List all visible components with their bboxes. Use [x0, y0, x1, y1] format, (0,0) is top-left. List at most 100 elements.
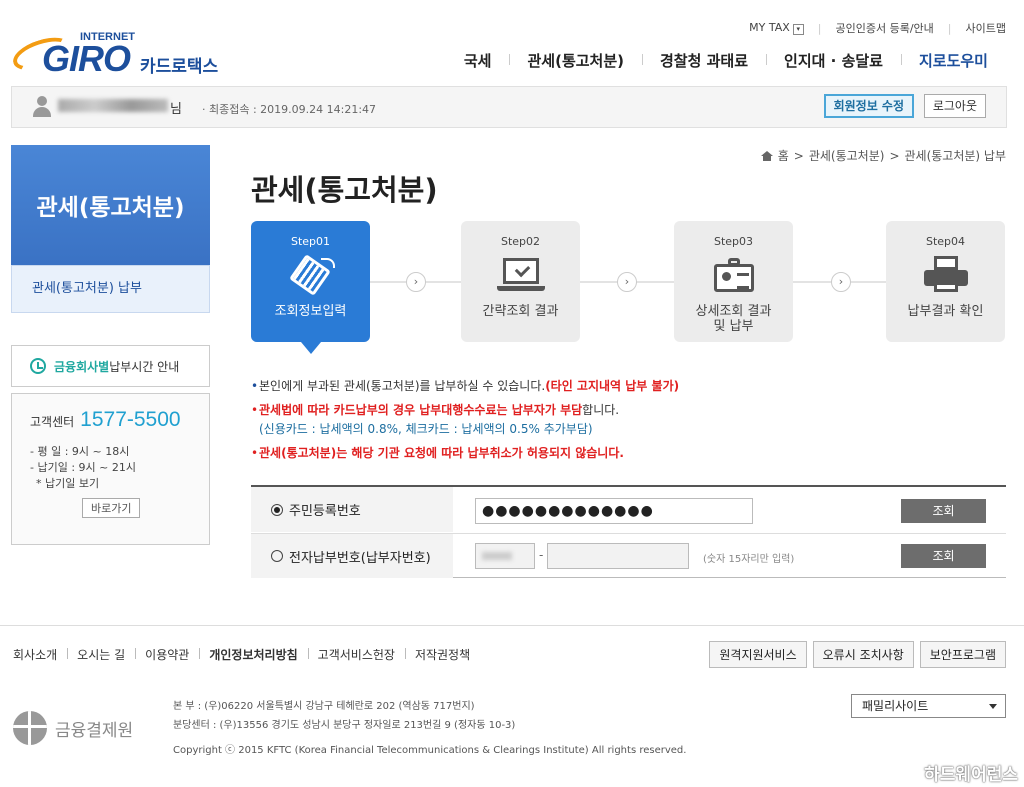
blurred-text: [482, 552, 512, 560]
step-label: 상세조회 결과 및 납부: [695, 304, 772, 334]
clock-icon: [30, 358, 46, 374]
chevron-down-icon[interactable]: ▾: [792, 24, 804, 35]
step-number: Step03: [713, 235, 754, 248]
step-02: Step02 간략조회 결과: [461, 221, 580, 342]
breadcrumb-sep: >: [889, 148, 900, 163]
notice-list: 본인에게 부과된 관세(통고처분)를 납부하실 수 있습니다.(타인 고지내역 …: [251, 378, 1011, 469]
family-site-label: 패밀리사이트: [862, 699, 929, 713]
keyboard-icon: [285, 254, 337, 296]
due-day-link[interactable]: * 납기일 보기: [30, 476, 191, 492]
footer-link-directions[interactable]: 오시는 길: [67, 646, 135, 663]
breadcrumb-customs[interactable]: 관세(통고처분): [809, 147, 885, 164]
sidebar-item-customs-payment[interactable]: 관세(통고처분) 납부: [11, 265, 210, 313]
sitemap-link[interactable]: 사이트맵: [966, 20, 1006, 36]
notice-warning: 관세(통고처분)는 해당 기관 요청에 따라 납부취소가 허용되지 않습니다.: [259, 446, 624, 460]
step-label: 납부결과 확인: [907, 304, 984, 319]
edit-profile-button[interactable]: 회원정보 수정: [823, 94, 914, 118]
breadcrumb-home[interactable]: 홈: [778, 147, 789, 164]
nav-item-national-tax[interactable]: 국세: [446, 50, 510, 71]
notice-fee-detail: (신용카드 : 납세액의 0.8%, 체크카드 : 납세액의 0.5% 추가부담…: [259, 422, 593, 436]
watermark: 하드웨어런스: [924, 765, 1018, 785]
logo-giro-text: GIRO: [42, 38, 131, 79]
user-bar: 님 · 최종접속 : 2019.09.24 14:21:47 회원정보 수정 로…: [11, 86, 1007, 128]
home-icon[interactable]: [760, 150, 773, 161]
user-suffix: 님: [170, 102, 182, 117]
go-button[interactable]: 바로가기: [82, 498, 141, 518]
step-number: Step02: [500, 235, 541, 248]
footer-link-charter[interactable]: 고객서비스헌장: [307, 646, 405, 663]
address-bundang: 분당센터 : (우)13556 경기도 성남시 분당구 정자일로 213번길 9…: [173, 720, 516, 731]
step-label: 간략조회 결과: [482, 304, 559, 319]
nav-item-police-fine[interactable]: 경찰청 과태료: [642, 50, 766, 71]
resident-no-option[interactable]: 주민등록번호: [251, 487, 453, 532]
user-avatar-icon: [32, 96, 52, 118]
footer-link-copyright[interactable]: 저작권정책: [404, 646, 480, 663]
error-help-button[interactable]: 오류시 조치사항: [812, 641, 914, 668]
address-hq: 본 부 : (우)06220 서울특별시 강남구 테헤란로 202 (역삼동 7…: [173, 701, 475, 712]
customer-phone: 1577-5500: [80, 408, 181, 431]
lookup-button-payment[interactable]: 조회: [901, 544, 986, 568]
resident-no-input[interactable]: ●●●●●●●●●●●●●: [475, 498, 753, 524]
due-day-hours: - 납기일 : 9시 ~ 21시: [30, 461, 136, 474]
notice-item: 관세법에 따라 카드납부의 경우 납부대행수수료는 납부자가 부담합니다. (신…: [251, 402, 1011, 438]
footer-link-terms[interactable]: 이용약관: [135, 646, 199, 663]
payment-no-option[interactable]: 전자납부번호(납부자번호): [251, 534, 453, 578]
giro-logo[interactable]: INTERNET GIRO 카드로택스: [9, 31, 242, 79]
payment-hours-link[interactable]: 금융회사별 납부시간 안내: [11, 345, 210, 387]
hours-highlight: 금융회사별: [54, 359, 110, 374]
printer-icon: [920, 256, 972, 296]
step-04: Step04 납부결과 확인: [886, 221, 1005, 342]
notice-text: 본인에게 부과된 관세(통고처분)를 납부하실 수 있습니다.: [259, 379, 546, 393]
step-label: 조회정보입력: [274, 304, 347, 319]
lookup-button-resident[interactable]: 조회: [901, 499, 986, 523]
footer-address: 본 부 : (우)06220 서울특별시 강남구 테헤란로 202 (역삼동 7…: [173, 697, 686, 760]
security-program-button[interactable]: 보안프로그램: [919, 641, 1006, 668]
caret-down-icon: [989, 704, 997, 709]
footer-link-about[interactable]: 회사소개: [13, 646, 67, 663]
nav-item-stamp-fee[interactable]: 인지대 · 송달료: [766, 50, 901, 71]
breadcrumb-current: 관세(통고처분) 납부: [904, 149, 1007, 163]
payment-no-hint: (숫자 15자리만 입력): [703, 554, 795, 565]
family-site-select[interactable]: 패밀리사이트: [851, 694, 1006, 718]
logout-button[interactable]: 로그아웃: [923, 94, 986, 118]
mytax-link[interactable]: MY TAX ▾: [749, 21, 804, 35]
breadcrumb-sep: >: [793, 148, 804, 163]
chevron-right-icon: ›: [831, 272, 851, 292]
radio-selected-icon[interactable]: [271, 503, 283, 516]
payment-no-label: 전자납부번호(납부자번호): [289, 550, 431, 566]
step-number: Step04: [925, 235, 966, 248]
kftc-emblem-icon: [13, 711, 47, 745]
radio-unselected-icon[interactable]: [271, 550, 283, 562]
notice-text: 합니다.: [582, 403, 620, 417]
payment-no-prefix-input[interactable]: [475, 543, 535, 569]
footer-link-privacy[interactable]: 개인정보처리방침: [199, 646, 307, 663]
divider: |: [817, 21, 822, 35]
form-row-payment-no: 전자납부번호(납부자번호) - (숫자 15자리만 입력) 조회: [251, 533, 1006, 578]
chevron-right-icon: ›: [617, 272, 637, 292]
breadcrumb: 홈 > 관세(통고처분) > 관세(통고처분) 납부: [760, 147, 1007, 164]
customer-center-box: 고객센터 1577-5500 - 평 일 : 9시 ~ 18시 - 납기일 : …: [11, 393, 210, 545]
nav-item-giro-help[interactable]: 지로도우미: [900, 50, 1006, 71]
notice-item: 관세(통고처분)는 해당 기관 요청에 따라 납부취소가 허용되지 않습니다.: [251, 445, 1011, 462]
nav-item-customs[interactable]: 관세(통고처분): [509, 50, 642, 71]
step-03: Step03 상세조회 결과 및 납부: [674, 221, 793, 342]
user-name-blurred: [58, 99, 168, 112]
cert-link[interactable]: 공인인증서 등록/안내: [836, 20, 934, 36]
id-card-icon: [708, 256, 760, 296]
payment-no-input[interactable]: [547, 543, 689, 569]
resident-no-label: 주민등록번호: [289, 504, 361, 519]
customer-center-label: 고객센터: [30, 415, 75, 429]
step-01: Step01 조회정보입력: [251, 221, 370, 354]
footer-buttons: 원격지원서비스 오류시 조치사항 보안프로그램: [709, 641, 1006, 668]
notice-item: 본인에게 부과된 관세(통고처분)를 납부하실 수 있습니다.(타인 고지내역 …: [251, 378, 1011, 395]
copyright: Copyright ⓒ 2015 KFTC (Korea Financial T…: [173, 745, 687, 756]
divider: |: [947, 21, 952, 35]
footer-divider: [0, 625, 1024, 626]
utility-nav: MY TAX ▾ | 공인인증서 등록/안내 | 사이트맵: [749, 20, 1006, 36]
footer-links: 회사소개 오시는 길 이용약관 개인정보처리방침 고객서비스헌장 저작권정책: [13, 646, 480, 663]
hours-label: 납부시간 안내: [109, 359, 180, 374]
sidebar-title: 관세(통고처분): [11, 145, 210, 265]
remote-support-button[interactable]: 원격지원서비스: [709, 641, 807, 668]
step-number: Step01: [290, 235, 331, 248]
dash: -: [539, 548, 544, 562]
